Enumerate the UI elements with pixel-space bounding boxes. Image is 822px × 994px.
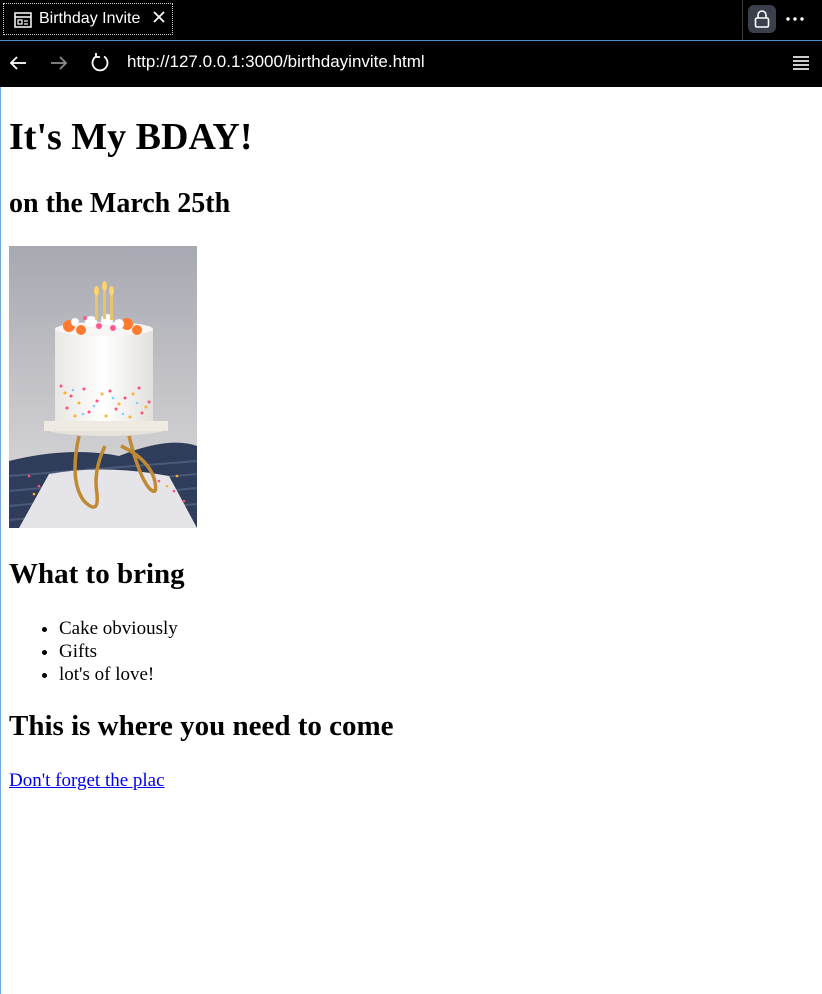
list-item: Cake obviously [59,617,178,640]
close-icon[interactable] [152,10,166,29]
cake-image [9,246,197,528]
back-arrow-icon[interactable] [8,53,28,78]
place-link[interactable]: Don't forget the plac [9,769,165,792]
bring-list: Cake obviously Gifts lot's of love! [9,617,178,686]
window-edge [0,87,1,994]
menu-icon[interactable] [792,55,810,76]
date-heading: on the March 25th [9,188,231,219]
page-title: It's My BDAY! [9,116,253,158]
tab-birthday-invite[interactable]: Birthday Invite [3,3,173,35]
address-bar[interactable]: http://127.0.0.1:3000/birthdayinvite.htm… [127,52,425,72]
what-to-bring-heading: What to bring [9,558,185,590]
navigation-bar: http://127.0.0.1:3000/birthdayinvite.htm… [0,40,822,87]
more-icon[interactable] [784,8,806,30]
forward-arrow-icon[interactable] [49,53,69,78]
page-icon [14,12,32,33]
reload-icon[interactable] [89,52,111,79]
lock-icon[interactable] [748,5,776,33]
list-item: lot's of love! [59,663,178,686]
tab-bar: Birthday Invite [0,0,822,40]
location-heading: This is where you need to come [9,710,394,742]
tab-title: Birthday Invite [39,10,141,27]
list-item: Gifts [59,640,178,663]
tab-separator [742,0,743,40]
